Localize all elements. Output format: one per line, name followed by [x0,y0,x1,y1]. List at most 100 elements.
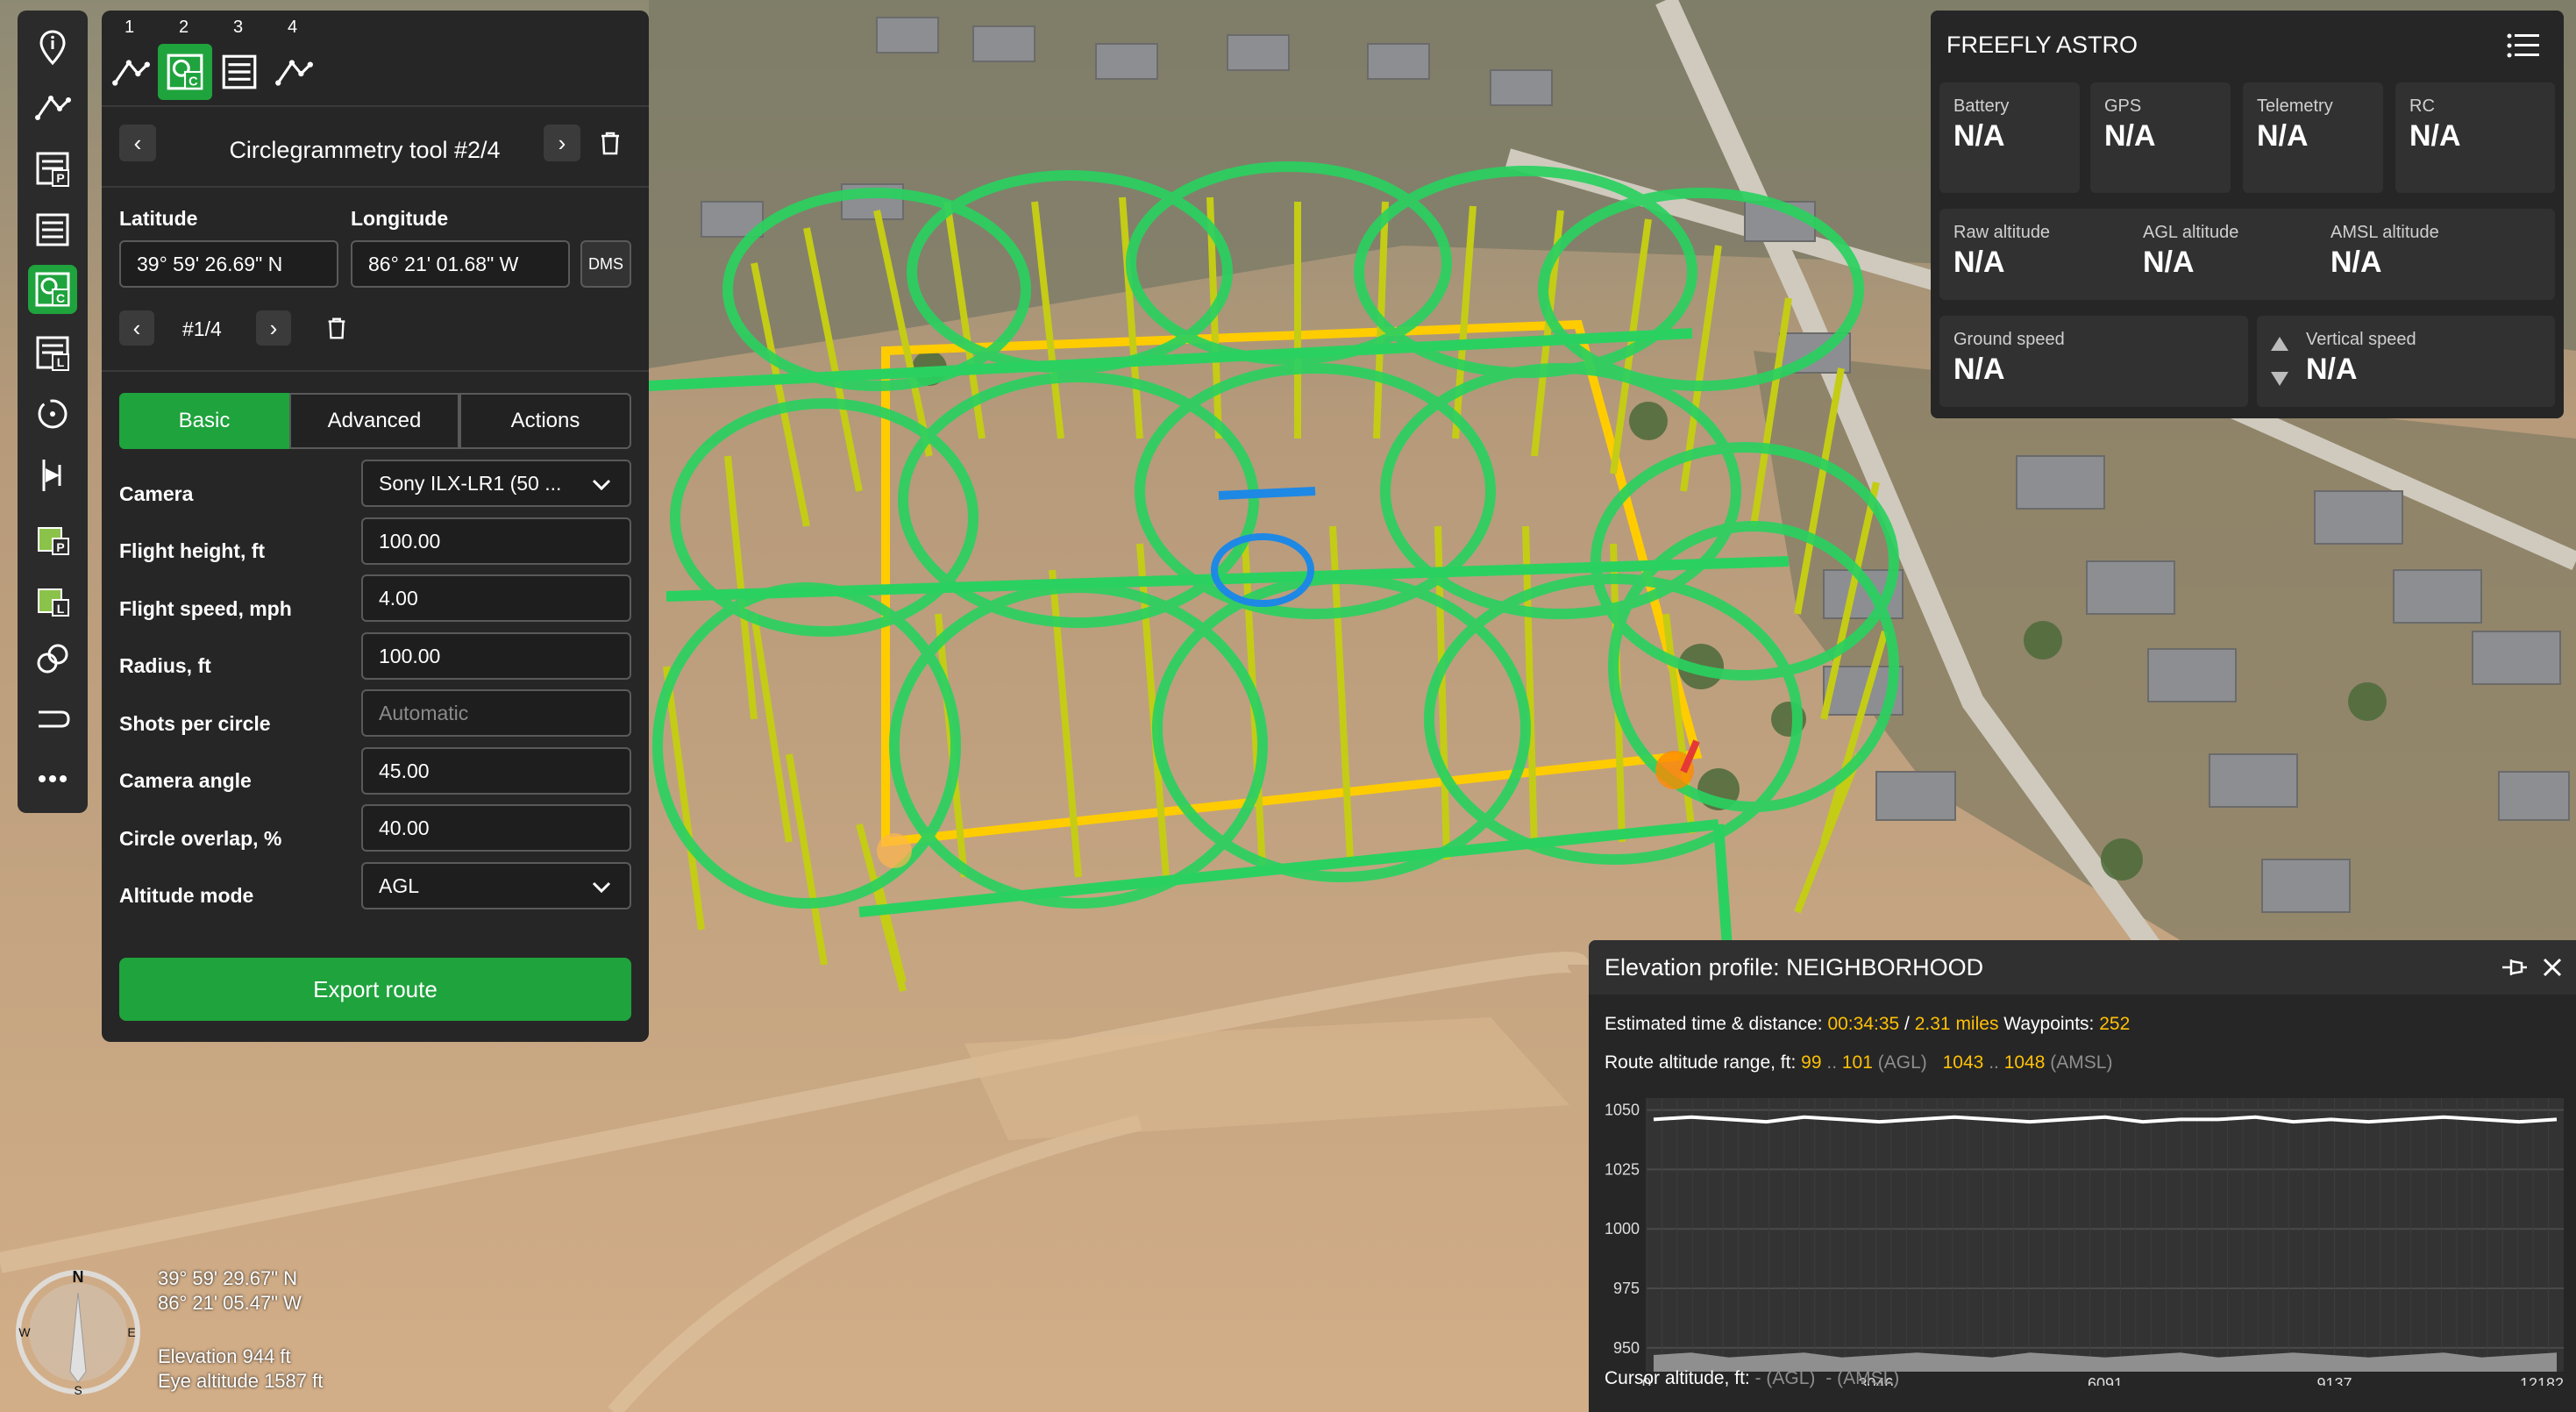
photogrammetry-green-button[interactable]: P [28,514,77,563]
info-pin-button[interactable] [28,23,77,72]
rc-label: RC [2409,96,2435,116]
map-elevation-info: Elevation 944 ft Eye altitude 1587 ft [158,1344,323,1394]
more-button[interactable] [28,754,77,803]
trash-icon [601,132,619,155]
flight-height-input[interactable]: 100.00 [361,517,631,565]
tab-number-4: 4 [288,18,298,37]
previous-tool-button[interactable]: ‹ [119,125,156,161]
route-tab-3[interactable] [212,44,267,100]
camera-select[interactable]: Sony ILX-LR1 (50 ... [361,460,631,507]
x-tick-label: 9137 [2317,1375,2352,1386]
telemetry-card: Telemetry N/A [2243,82,2383,193]
ground-speed-label: Ground speed [1953,330,2065,349]
export-route-button[interactable]: Export route [119,958,631,1021]
orbit-icon [38,399,68,429]
route-tab-2[interactable]: C [158,44,212,100]
chevron-left-icon: ‹ [132,314,141,341]
y-tick-label: 1000 [1605,1220,1640,1237]
linear-tool-button[interactable]: L [28,328,77,377]
latitude-label: Latitude [119,207,198,230]
latitude-input[interactable]: 39° 59' 26.69" N [119,240,338,288]
svg-text:C: C [189,75,198,89]
altitude-range-line: Route altitude range, ft: 99 .. 101 (AGL… [1605,1052,2112,1073]
route-tab-1[interactable] [103,44,158,100]
ground-speed-value: N/A [1953,353,2005,386]
elevation-chart[interactable]: 105010251000975950 0 3046 6091 9137 12182 [1589,1089,2576,1386]
svg-text:P: P [56,540,64,554]
chevron-right-icon: › [269,314,278,341]
altitude-mode-value: AGL [379,874,420,897]
camera-angle-label: Camera angle [119,769,252,792]
svg-text:L: L [57,355,65,369]
tab-basic[interactable]: Basic [119,393,289,449]
pin-icon[interactable] [2499,954,2529,981]
shapes-tool-button[interactable] [28,635,77,684]
time-distance-line: Estimated time & distance: 00:34:35 / 2.… [1605,1014,2130,1035]
elevation-header: Elevation profile: NEIGHBORHOOD [1589,940,2576,995]
x-tick-label: 12182 [2520,1375,2564,1386]
radius-input[interactable]: 100.00 [361,632,631,680]
chevron-down-icon [592,479,611,491]
vertical-speed-arrows-icon [2271,337,2288,386]
flight-height-label: Flight height, ft [119,539,266,562]
shots-per-circle-input[interactable]: Automatic [361,689,631,737]
circle-overlap-label: Circle overlap, % [119,827,282,850]
ground-elevation: Elevation 944 ft [158,1345,291,1367]
polyline-route-button[interactable] [28,82,77,132]
grid-tool-button[interactable] [28,205,77,254]
estimated-time: 00:34:35 [1827,1014,1900,1034]
compass-west: W [18,1325,31,1339]
vertical-speed-card: Vertical speed N/A [2257,316,2555,407]
drone-name: FREEFLY ASTRO [1946,32,2138,58]
next-waypoint-button[interactable]: › [256,310,291,346]
photogrammetry-tool-button[interactable]: P [28,144,77,193]
previous-waypoint-button[interactable]: ‹ [119,310,154,346]
longitude-input[interactable]: 86° 21' 01.68" W [351,240,570,288]
camera-angle-input[interactable]: 45.00 [361,747,631,795]
polyline-route-icon [275,60,313,86]
longitude-label: Longitude [351,207,449,230]
tab-actions[interactable]: Actions [459,393,631,449]
circle-overlap-input[interactable]: 40.00 [361,804,631,852]
menu-list-icon[interactable] [2506,32,2541,60]
photogrammetry-icon: P [36,152,69,187]
raw-altitude-value: N/A [1953,246,2005,279]
svg-text:C: C [56,291,65,305]
battery-label: Battery [1953,96,2010,116]
compass-south: S [74,1383,82,1397]
close-icon[interactable] [2541,956,2564,979]
delete-tool-button[interactable] [593,125,628,160]
route-tab-4[interactable] [267,44,321,100]
cursor-altitude-label: Cursor altitude, ft: [1605,1368,1750,1388]
waypoints-count: 252 [2099,1014,2131,1034]
flight-speed-input[interactable]: 4.00 [361,574,631,622]
facade-tool-button[interactable] [28,451,77,500]
chevron-right-icon: › [558,129,566,156]
rc-card: RC N/A [2395,82,2555,193]
y-tick-label: 1025 [1605,1160,1640,1178]
agl-range-dots: .. [1826,1052,1838,1073]
altitude-range-label: Route altitude range, ft: [1605,1052,1797,1073]
y-tick-label: 975 [1613,1280,1640,1297]
altitude-mode-label: Altitude mode [119,884,254,907]
telemetry-label: Telemetry [2257,96,2333,116]
orbit-tool-button[interactable] [28,389,77,439]
linear-green-icon: L [38,588,69,617]
ground-speed-card: Ground speed N/A [1939,316,2248,407]
more-icon [39,775,67,782]
dms-format-button[interactable]: DMS [580,240,631,288]
return-route-button[interactable] [28,695,77,744]
tab-advanced[interactable]: Advanced [289,393,459,449]
vertical-speed-value: N/A [2306,353,2358,386]
circlegrammetry-tool-button[interactable]: C [28,265,77,314]
amsl-max: 1048 [2003,1052,2046,1073]
delete-waypoint-button[interactable] [319,310,354,346]
next-tool-button[interactable]: › [544,125,580,161]
gps-label: GPS [2104,96,2142,116]
altitude-mode-select[interactable]: AGL [361,862,631,909]
linear-green-button[interactable]: L [28,575,77,624]
amsl-tag: (AMSL) [2050,1052,2113,1073]
compass[interactable]: N S E W [12,1266,144,1398]
time-distance-label: Estimated time & distance: [1605,1014,1823,1034]
agl-altitude-label: AGL altitude [2143,223,2239,242]
